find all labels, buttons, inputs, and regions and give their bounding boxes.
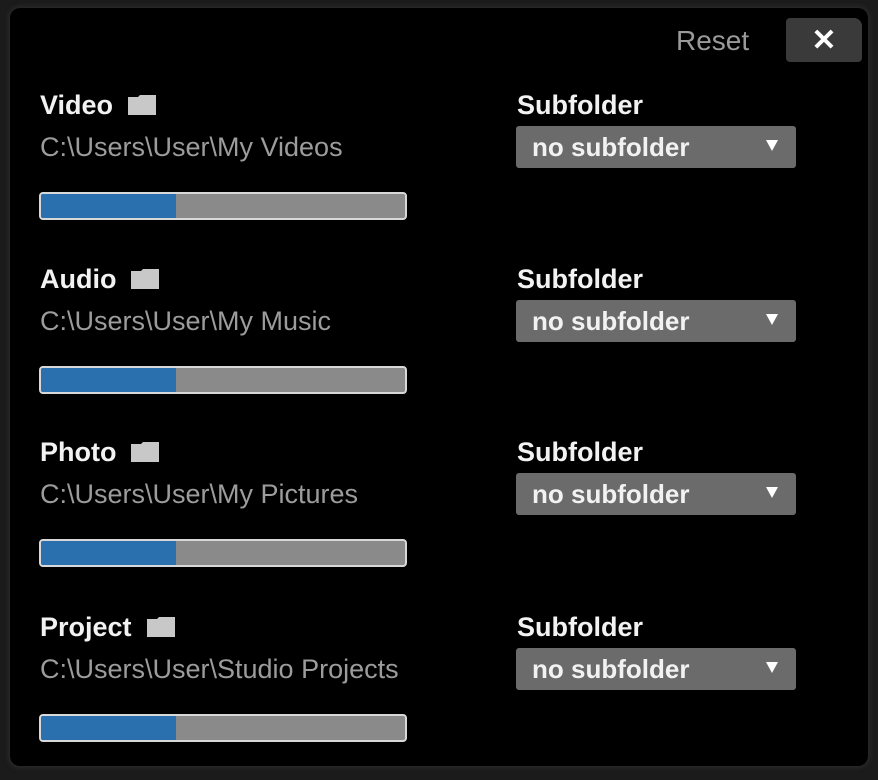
section-title: Audio [40,262,160,296]
audio-section: Audio C:\Users\User\My Music Subfolder n… [0,262,878,432]
section-title-label: Audio [40,263,117,294]
progress-fill [41,368,176,392]
subfolder-dropdown-value: no subfolder [532,653,690,684]
folder-path: C:\Users\User\My Music [40,306,332,336]
progress-fill [41,541,176,565]
chevron-down-icon [766,314,778,325]
section-title: Project [40,610,176,644]
folder-icon[interactable] [130,268,160,290]
progress-fill [41,716,176,740]
close-icon: ✕ [811,23,837,57]
subfolder-dropdown[interactable]: no subfolder [516,648,796,690]
folder-icon[interactable] [127,94,157,116]
storage-progress-bar [39,539,407,567]
section-title-label: Project [40,611,132,642]
subfolder-label: Subfolder [517,263,643,294]
chevron-down-icon [766,487,778,498]
folder-icon[interactable] [146,616,176,638]
section-title: Photo [40,435,160,469]
photo-section: Photo C:\Users\User\My Pictures Subfolde… [0,435,878,605]
folder-icon[interactable] [130,441,160,463]
subfolder-label: Subfolder [517,89,643,120]
folder-path: C:\Users\User\My Videos [40,132,343,162]
subfolder-dropdown-value: no subfolder [532,478,690,509]
subfolder-dropdown[interactable]: no subfolder [516,126,796,168]
section-title-label: Video [40,89,114,120]
folder-path: C:\Users\User\Studio Projects [40,654,399,684]
progress-fill [41,194,176,218]
chevron-down-icon [766,140,778,151]
reset-button[interactable]: Reset [676,25,749,57]
subfolder-dropdown[interactable]: no subfolder [516,300,796,342]
video-section: Video C:\Users\User\My Videos Subfolder … [0,88,878,258]
subfolder-dropdown-value: no subfolder [532,131,690,162]
section-title: Video [40,88,157,122]
folder-path: C:\Users\User\My Pictures [40,479,359,509]
storage-progress-bar [39,714,407,742]
storage-progress-bar [39,366,407,394]
subfolder-dropdown-value: no subfolder [532,305,690,336]
subfolder-label: Subfolder [517,611,643,642]
section-title-label: Photo [40,436,117,467]
project-section: Project C:\Users\User\Studio Projects Su… [0,610,878,780]
subfolder-label: Subfolder [517,436,643,467]
chevron-down-icon [766,662,778,673]
close-button[interactable]: ✕ [786,18,862,62]
storage-progress-bar [39,192,407,220]
subfolder-dropdown[interactable]: no subfolder [516,473,796,515]
